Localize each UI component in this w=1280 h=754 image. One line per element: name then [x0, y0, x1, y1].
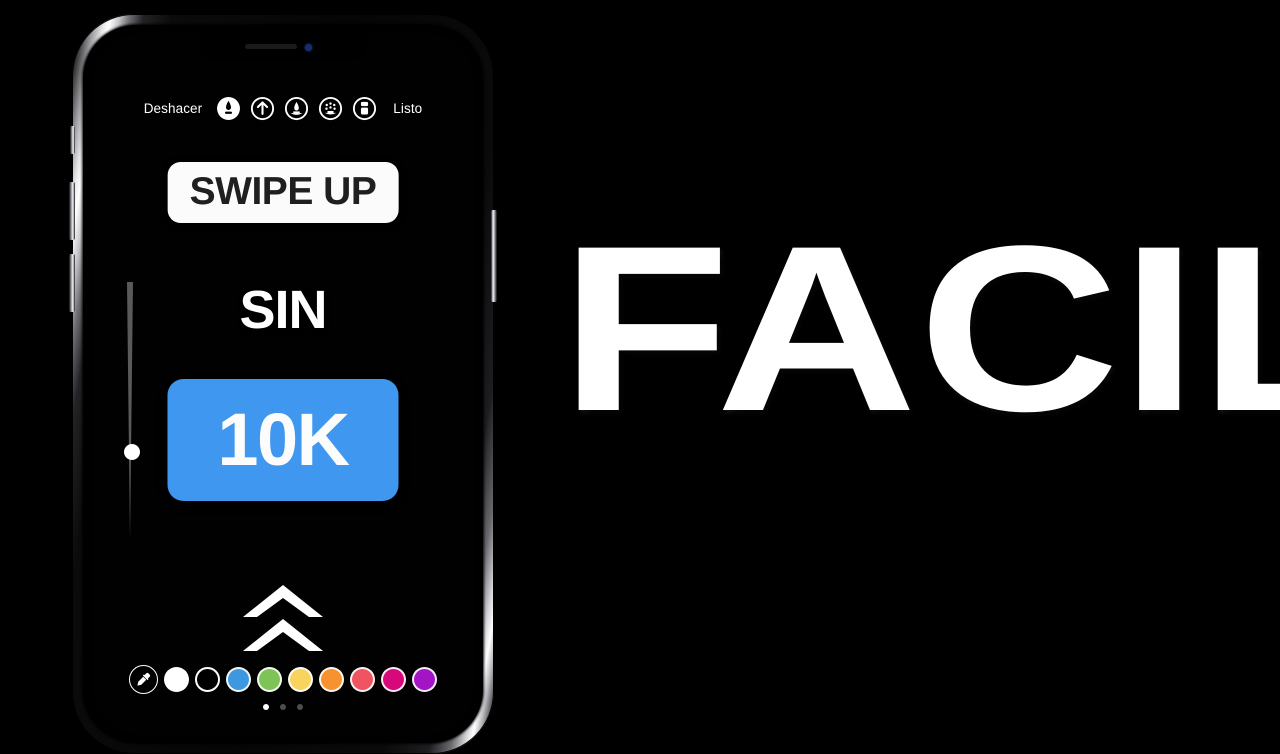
highlighter-tool-icon[interactable] [284, 96, 309, 121]
page-dot-3[interactable] [297, 704, 303, 710]
phone-mockup: Deshacer Listo SWIPE UP SIN 10K [69, 14, 497, 754]
brush-size-handle[interactable] [123, 444, 140, 460]
volume-up-button[interactable] [69, 182, 75, 240]
swatch-white[interactable] [164, 667, 189, 692]
headline: FACIL [560, 205, 1280, 455]
front-camera [305, 44, 312, 51]
earpiece-speaker [245, 44, 297, 49]
phone-notch [199, 34, 367, 61]
pen-tool-icon[interactable] [216, 96, 241, 121]
power-button[interactable] [491, 210, 497, 302]
swatch-purple[interactable] [412, 667, 437, 692]
color-palette [92, 665, 474, 694]
swatch-magenta[interactable] [381, 667, 406, 692]
sin-text[interactable]: SIN [239, 283, 327, 337]
swatch-orange[interactable] [319, 667, 344, 692]
eyedropper-glyph [137, 673, 150, 686]
headline-text: FACIL [560, 197, 1280, 462]
swipe-up-label: SWIPE UP [189, 170, 377, 213]
eraser-tool-icon[interactable] [352, 96, 377, 121]
spray-tool-icon[interactable] [318, 96, 343, 121]
done-button[interactable]: Listo [393, 101, 422, 116]
page-dot-2[interactable] [280, 704, 286, 710]
tool-list [216, 96, 377, 121]
swatch-green[interactable] [257, 667, 282, 692]
count-badge-label: 10K [217, 398, 350, 481]
swipe-up-sticker[interactable]: SWIPE UP [167, 162, 399, 223]
double-chevron-up-icon [243, 585, 323, 651]
draw-toolbar: Deshacer Listo [92, 96, 474, 121]
swatch-yellow[interactable] [288, 667, 313, 692]
undo-button[interactable]: Deshacer [144, 101, 203, 116]
silent-switch[interactable] [70, 126, 75, 154]
volume-down-button[interactable] [69, 254, 75, 312]
page-dot-1[interactable] [263, 704, 269, 710]
brush-size-track [127, 282, 133, 540]
eyedropper-icon[interactable] [129, 665, 158, 694]
count-badge[interactable]: 10K [167, 379, 399, 501]
swatch-blue[interactable] [226, 667, 251, 692]
arrow-up-tool-icon[interactable] [250, 96, 275, 121]
phone-screen: Deshacer Listo SWIPE UP SIN 10K [92, 34, 474, 734]
swatch-black[interactable] [195, 667, 220, 692]
swatch-red[interactable] [350, 667, 375, 692]
brush-size-slider[interactable] [120, 282, 140, 542]
screenshot-stage: Deshacer Listo SWIPE UP SIN 10K FACI [0, 0, 1280, 754]
palette-page-dots [92, 704, 474, 710]
